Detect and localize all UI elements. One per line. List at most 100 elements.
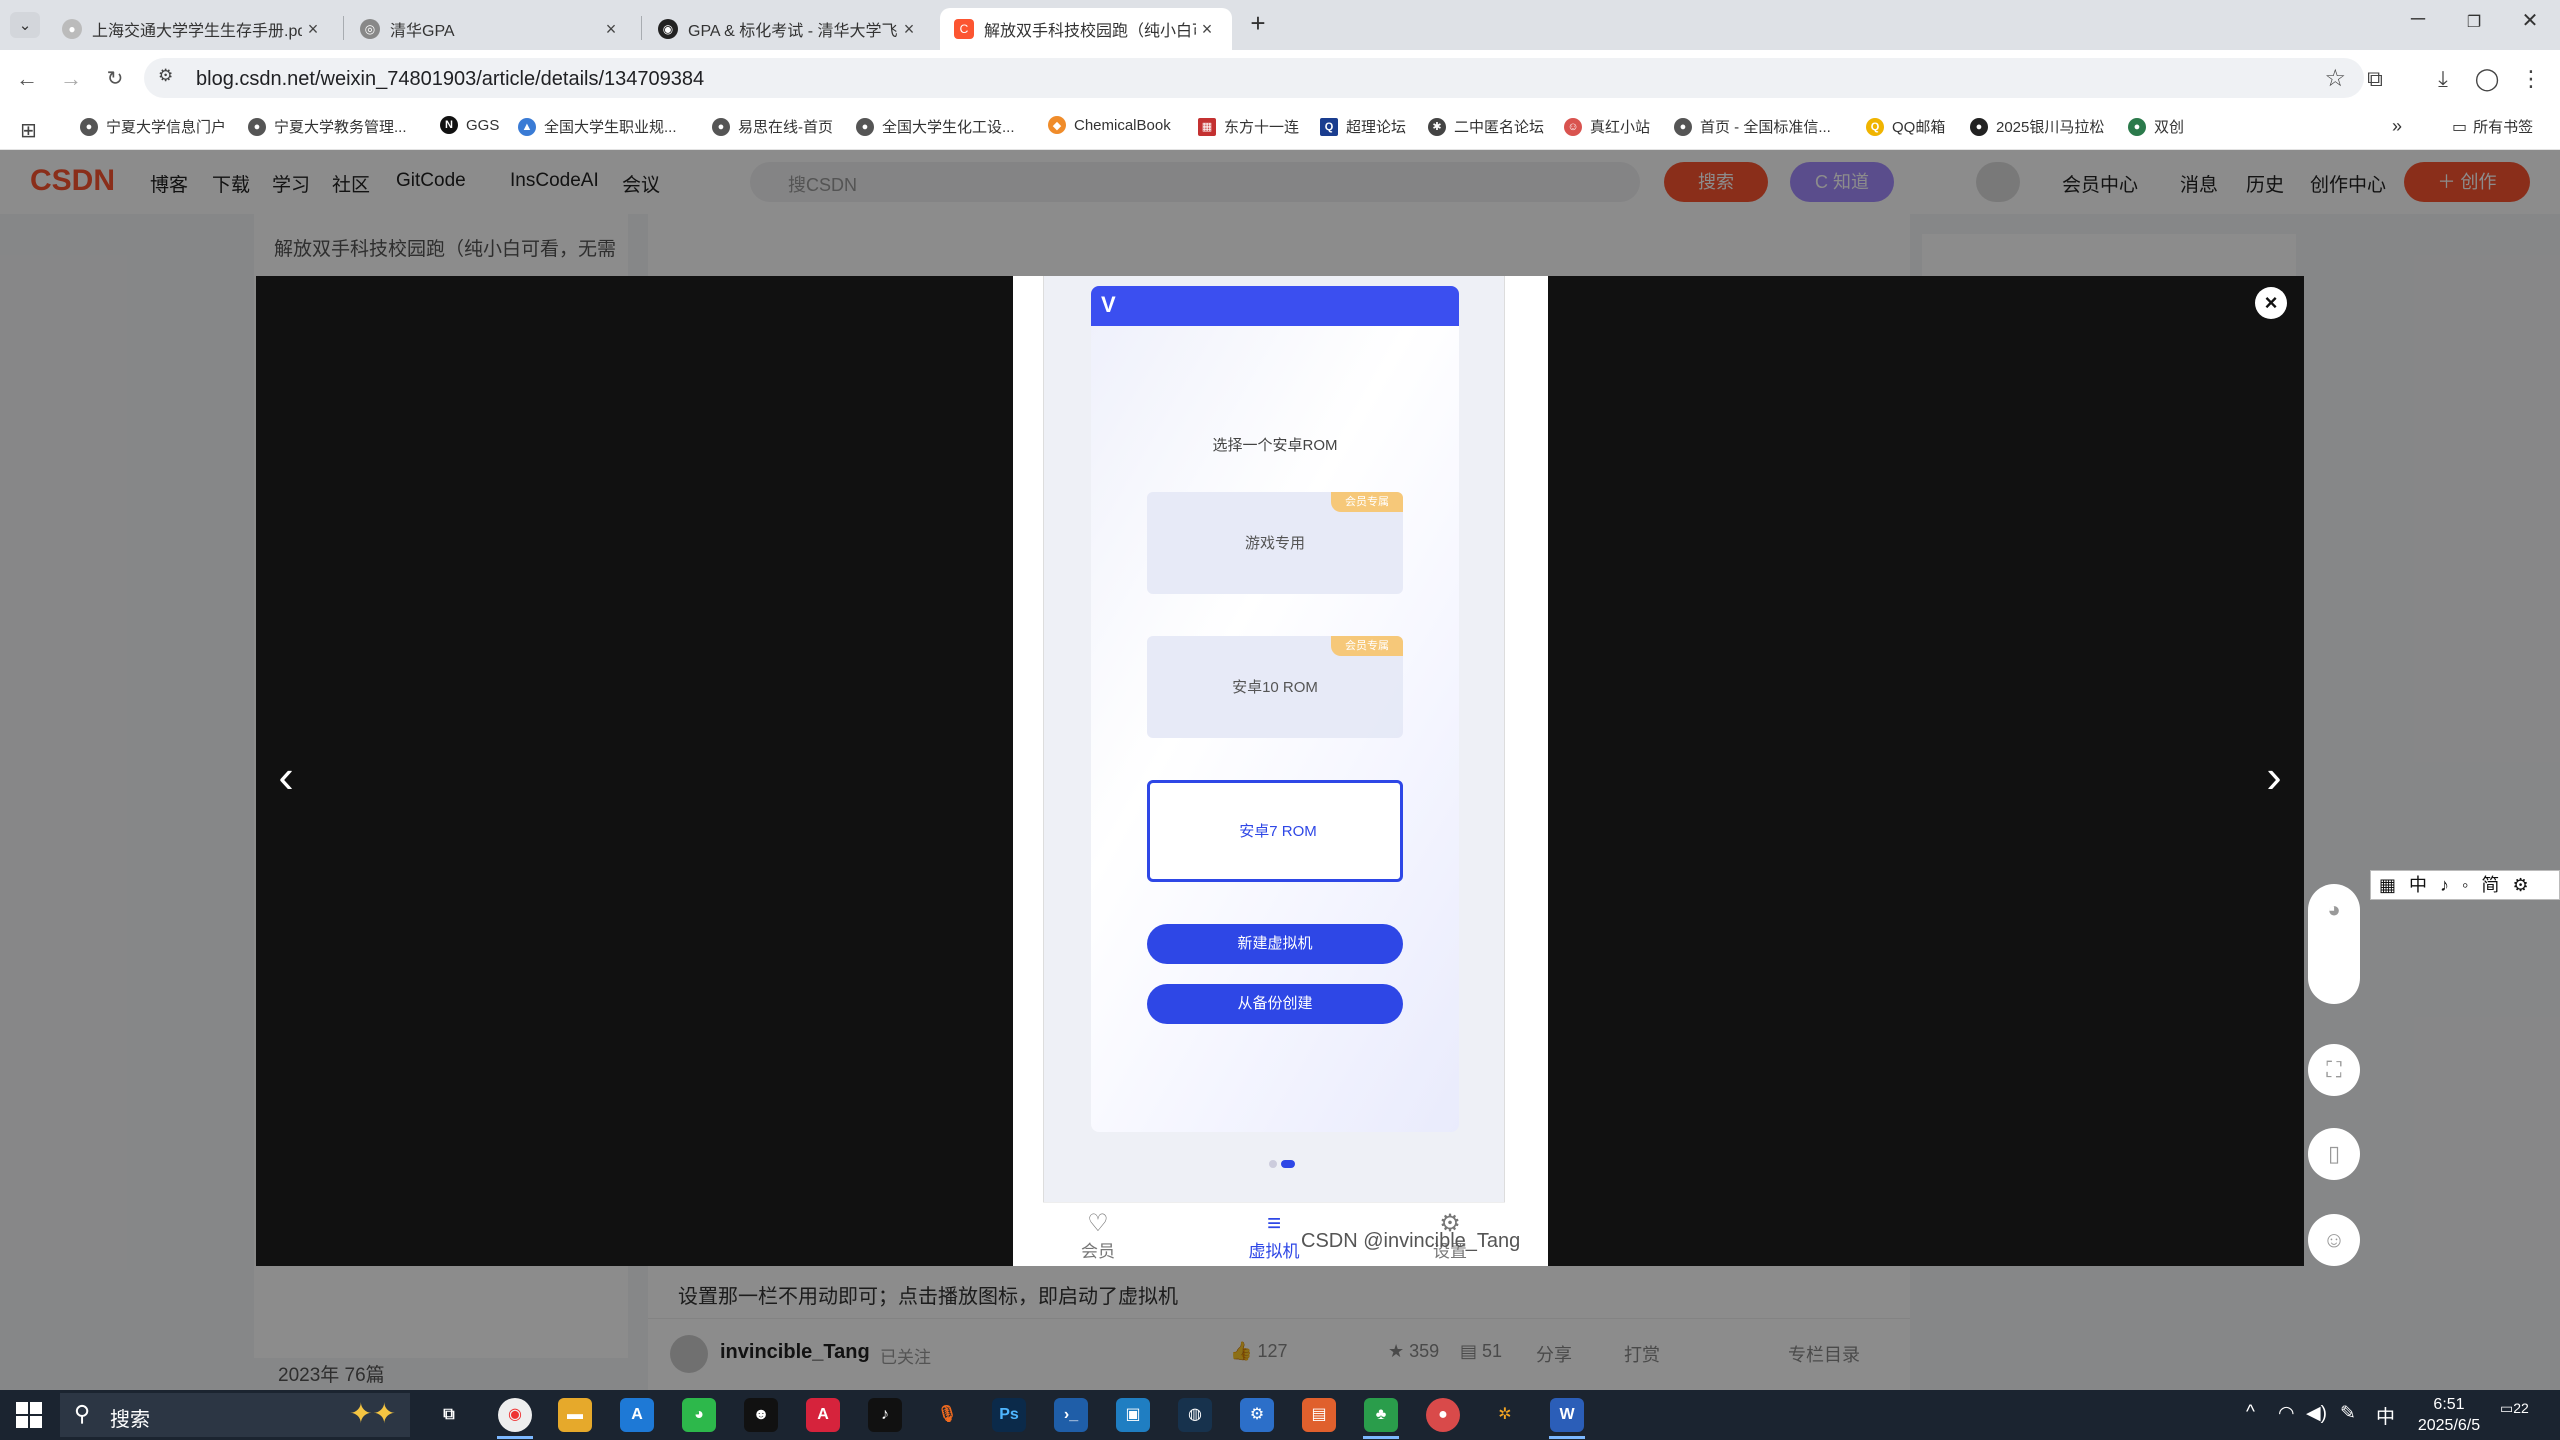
bookmark-item[interactable]: ☺ 真红小站: [1564, 116, 1650, 137]
steam-icon[interactable]: ◍: [1178, 1398, 1212, 1432]
ime-toolbar-label[interactable]: 中 ♪ ◦ 简: [2409, 875, 2503, 895]
tab-csdn-article[interactable]: C 解放双手科技校园跑（纯小白可 ×: [940, 8, 1232, 50]
minimize-button[interactable]: ─: [2398, 8, 2438, 31]
clock[interactable]: 6:51 2025/6/5: [2404, 1394, 2494, 1436]
more-bookmarks-icon[interactable]: »: [2392, 116, 2402, 137]
close-tab-icon[interactable]: ×: [600, 19, 622, 40]
bookmark-item[interactable]: ● 宁夏大学信息门户: [80, 116, 226, 137]
taskbar-search[interactable]: ⚲ 搜索 ✦✦: [60, 1393, 410, 1437]
acrobat-icon[interactable]: A: [806, 1398, 840, 1432]
rom-option-game[interactable]: 会员专属 游戏专用: [1147, 492, 1403, 594]
volume-icon[interactable]: ◀): [2306, 1402, 2327, 1425]
globe-icon: ●: [62, 19, 82, 39]
chat-icon[interactable]: ☺: [2308, 1214, 2360, 1266]
bookmark-item[interactable]: ▲ 全国大学生职业规...: [518, 116, 677, 137]
new-vm-button[interactable]: 新建虚拟机: [1147, 924, 1403, 964]
windows-start-icon[interactable]: [16, 1402, 42, 1428]
tab-title: GPA & 标化考试 - 清华大学飞: [688, 23, 898, 40]
ime-gear-icon[interactable]: ⚙: [2512, 875, 2532, 895]
downloads-icon[interactable]: ⤓: [2428, 66, 2458, 92]
translator-icon[interactable]: A: [620, 1398, 654, 1432]
bookmark-item[interactable]: ● 2025银川马拉松: [1970, 116, 2104, 137]
menu-icon[interactable]: ⋮: [2516, 66, 2546, 92]
tiktok-icon[interactable]: ♪: [868, 1398, 902, 1432]
globe-icon: ●: [712, 117, 730, 136]
tab-gpa[interactable]: ◎ 清华GPA ×: [346, 8, 636, 50]
rom-option-android7[interactable]: 安卓7 ROM: [1147, 780, 1403, 882]
bookmark-item[interactable]: ◆ ChemicalBook: [1048, 116, 1171, 134]
rom-label: 安卓7 ROM: [1239, 823, 1317, 840]
terminal-icon[interactable]: ›_: [1054, 1398, 1088, 1432]
csdn-assistant-icon[interactable]: ◕: [2308, 884, 2360, 1004]
bookmark-item[interactable]: ● 全国大学生化工设...: [856, 116, 1015, 137]
bookmark-item[interactable]: ● 首页 - 全国标准信...: [1674, 116, 1831, 137]
globe-icon: ●: [856, 117, 874, 136]
notification-center[interactable]: ▭22: [2500, 1400, 2540, 1430]
calendar-app-icon[interactable]: ▤: [1302, 1398, 1336, 1432]
fan-app-icon[interactable]: ✲: [1488, 1398, 1522, 1432]
settings-app-icon[interactable]: ⚙: [1240, 1398, 1274, 1432]
back-button[interactable]: ←: [12, 64, 42, 94]
close-tab-icon[interactable]: ×: [302, 19, 324, 40]
github-icon: ◉: [658, 19, 678, 39]
rom-prompt: 选择一个安卓ROM: [1212, 437, 1338, 454]
close-viewer-icon[interactable]: ×: [2255, 287, 2287, 319]
wifi-icon[interactable]: ◠: [2278, 1402, 2295, 1425]
next-image-icon[interactable]: ›: [2254, 746, 2294, 806]
tab-search-button[interactable]: ⌄: [10, 12, 40, 38]
office-app-icon[interactable]: ▣: [1116, 1398, 1150, 1432]
browser-tab-bar: ⌄ ● 上海交通大学学生生存手册.pdf × ◎ 清华GPA × ◉ GPA &…: [0, 0, 2560, 50]
forward-button[interactable]: →: [56, 64, 86, 94]
tab-github[interactable]: ◉ GPA & 标化考试 - 清华大学飞 ×: [644, 8, 934, 50]
fullscreen-icon[interactable]: ⛶: [2308, 1044, 2360, 1096]
photoshop-icon[interactable]: Ps: [992, 1398, 1026, 1432]
apps-grid-icon[interactable]: ⊞: [20, 118, 37, 143]
pen-icon[interactable]: ✎: [2340, 1402, 2356, 1425]
restore-button[interactable]: ❐: [2454, 12, 2494, 32]
microphone-icon[interactable]: 🎙: [930, 1398, 964, 1432]
bookmark-item[interactable]: ● 宁夏大学教务管理...: [248, 116, 407, 137]
extensions-icon[interactable]: ⧉: [2360, 66, 2390, 92]
article-screenshot: V 选择一个安卓ROM 会员专属 游戏专用 会员专属 安卓10 ROM 安卓7 …: [1013, 276, 1548, 1266]
windows-taskbar: ⚲ 搜索 ✦✦ ⧉ ◉ ▬ A ◕ ☻ A ♪ 🎙 Ps ›_ ▣ ◍ ⚙ ▤ …: [0, 1390, 2560, 1440]
bookmark-item[interactable]: N GGS: [440, 116, 499, 134]
ime-toolbar[interactable]: ▦ 中 ♪ ◦ 简 ⚙: [2370, 870, 2560, 900]
bookmark-item[interactable]: ● 双创: [2128, 116, 2184, 137]
url-text[interactable]: blog.csdn.net/weixin_74801903/article/de…: [196, 68, 704, 91]
phone-view-icon[interactable]: ▯: [2308, 1128, 2360, 1180]
site-info-icon[interactable]: ⚙: [158, 66, 173, 86]
reload-button[interactable]: ↻: [100, 64, 130, 94]
ime-grid-icon[interactable]: ▦: [2379, 875, 2400, 895]
bookmark-label: ChemicalBook: [1074, 116, 1171, 134]
bookmark-star-icon[interactable]: ☆: [2324, 64, 2346, 93]
close-window-button[interactable]: ✕: [2510, 8, 2550, 33]
tab-pdf[interactable]: ● 上海交通大学学生生存手册.pdf ×: [48, 8, 338, 50]
omnibox[interactable]: ⚙ blog.csdn.net/weixin_74801903/article/…: [144, 58, 2364, 98]
bookmark-label: 首页 - 全国标准信...: [1700, 119, 1831, 136]
vip-badge: 会员专属: [1331, 492, 1403, 512]
bookmark-item[interactable]: ✱ 二中匿名论坛: [1428, 116, 1544, 137]
close-tab-icon[interactable]: ×: [898, 19, 920, 40]
qq-icon[interactable]: ☻: [744, 1398, 778, 1432]
file-explorer-icon[interactable]: ▬: [558, 1398, 592, 1432]
all-bookmarks[interactable]: ▭ 所有书签: [2452, 116, 2533, 137]
chrome-icon[interactable]: ◉: [498, 1398, 532, 1432]
bookmark-item[interactable]: ▦ 东方十一连: [1198, 116, 1299, 137]
input-method-indicator[interactable]: 中: [2376, 1402, 2395, 1429]
nav-vip-tab[interactable]: ♡ 会员: [1053, 1211, 1143, 1262]
tray-overflow-icon[interactable]: ^: [2246, 1402, 2255, 1424]
task-view-icon[interactable]: ⧉: [432, 1398, 466, 1432]
bookmark-item[interactable]: Q 超理论坛: [1320, 116, 1406, 137]
profile-icon[interactable]: ◯: [2472, 66, 2502, 92]
close-tab-icon[interactable]: ×: [1196, 19, 1218, 40]
rom-option-android10[interactable]: 会员专属 安卓10 ROM: [1147, 636, 1403, 738]
prev-image-icon[interactable]: ‹: [266, 746, 306, 806]
bookmark-item[interactable]: Q QQ邮箱: [1866, 116, 1945, 137]
bookmark-item[interactable]: ● 易思在线-首页: [712, 116, 833, 137]
wechat-icon[interactable]: ◕: [682, 1398, 716, 1432]
new-tab-button[interactable]: +: [1244, 10, 1272, 38]
network-app-icon[interactable]: ♣: [1364, 1398, 1398, 1432]
game-app-icon[interactable]: ●: [1426, 1398, 1460, 1432]
create-from-backup-button[interactable]: 从备份创建: [1147, 984, 1403, 1024]
word-icon[interactable]: W: [1550, 1398, 1584, 1432]
